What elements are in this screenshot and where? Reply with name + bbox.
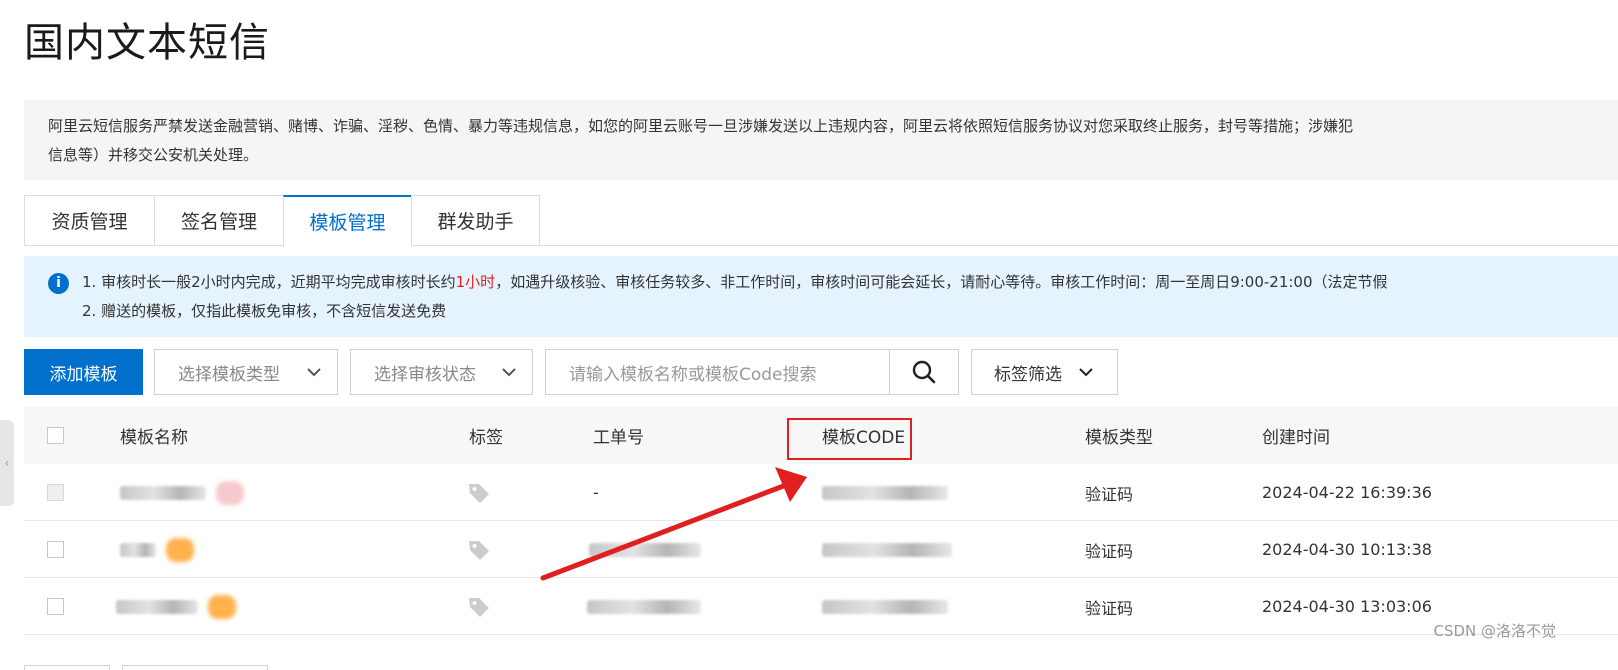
info-icon: i [48,273,69,294]
ticket-cell: - [593,483,599,502]
template-name-redacted [116,578,236,635]
watermark: CSDN @洛洛不觉 [1433,622,1556,640]
redacted-text [120,485,206,500]
template-code-redacted [822,521,952,578]
redacted-text [120,542,156,557]
page-title: 国内文本短信 [24,20,270,66]
table-row: 验证码 2024-04-30 13:03:06 [24,578,1618,635]
table-row: - 验证码 2024-04-22 16:39:36 [24,464,1618,521]
redacted-badge [166,537,194,562]
notice-line-1: 阿里云短信服务严禁发送金融营销、赌博、诈骗、淫秽、色情、暴力等违规信息，如您的阿… [48,117,1354,135]
info-line-2: 2. 赠送的模板，仅指此模板免审核，不含短信发送免费 [82,302,447,320]
ticket-number-redacted [589,521,701,578]
redacted-text [587,599,701,614]
template-name-redacted [120,464,244,521]
table-row: 验证码 2024-04-30 10:13:38 [24,521,1618,578]
redacted-badge [208,594,236,619]
chevron-down-icon [1079,368,1093,377]
tab-bar: 资质管理 签名管理 模板管理 群发助手 [24,195,1618,247]
tag-icon [469,540,489,560]
tag-icon [469,483,489,503]
template-code-redacted [822,464,948,521]
template-code-redacted [822,578,948,635]
select-all-checkbox[interactable] [47,427,64,444]
annotation-highlight-box [787,418,912,460]
info-line-1-post: ，如遇升级核验、审核任务较多、非工作时间，审核时间可能会延长，请耐心等待。审核工… [495,273,1388,291]
tag-cell[interactable] [467,578,491,635]
compliance-notice: 阿里云短信服务严禁发送金融营销、赌博、诈骗、淫秽、色情、暴力等违规信息，如您的阿… [24,100,1618,180]
add-template-button[interactable]: 添加模板 [24,349,143,395]
tag-filter-dropdown[interactable]: 标签筛选 [971,349,1118,395]
row-checkbox[interactable] [47,484,64,501]
search-icon [912,360,936,384]
col-header-created: 创建时间 [1262,428,1330,448]
chevron-left-icon: ‹ [4,456,10,470]
pagination-stub [122,665,268,670]
template-type-select[interactable]: 选择模板类型 [154,349,338,395]
template-type-select-label: 选择模板类型 [178,364,280,385]
created-time-cell: 2024-04-30 13:03:06 [1262,597,1432,616]
redacted-text [822,485,948,500]
template-type-cell: 验证码 [1085,484,1134,504]
pagination-stub [24,665,110,670]
tab-qualification[interactable]: 资质管理 [24,195,154,246]
template-type-cell: 验证码 [1085,598,1134,618]
tab-template[interactable]: 模板管理 [283,195,411,247]
search-button[interactable] [889,349,959,395]
page-root: 国内文本短信 阿里云短信服务严禁发送金融营销、赌博、诈骗、淫秽、色情、暴力等违规… [0,0,1618,670]
notice-line-2: 信息等）并移交公安机关处理。 [48,146,259,164]
row-checkbox[interactable] [47,541,64,558]
review-status-select-label: 选择审核状态 [374,364,476,385]
tag-cell[interactable] [467,521,491,578]
created-time-cell: 2024-04-30 10:13:38 [1262,540,1432,559]
review-info-box: i 1. 审核时长一般2小时内完成，近期平均完成审核时长约1小时，如遇升级核验、… [24,256,1618,337]
redacted-text [116,599,198,614]
redacted-text [822,599,948,614]
ticket-number-redacted [587,578,701,635]
redacted-badge [216,480,244,505]
template-search-input[interactable]: 请输入模板名称或模板Code搜索 [545,349,889,395]
tag-filter-label: 标签筛选 [994,364,1062,385]
table-header: 模板名称 标签 工单号 模板CODE 模板类型 创建时间 [24,407,1618,464]
tag-cell[interactable] [467,464,491,521]
tab-bulk-send[interactable]: 群发助手 [411,195,540,246]
search-placeholder: 请输入模板名称或模板Code搜索 [569,364,817,385]
chevron-down-icon [307,368,321,377]
tag-icon [469,597,489,617]
sidebar-collapse-handle[interactable]: ‹ [0,420,14,506]
col-header-ticket: 工单号 [593,428,644,448]
redacted-text [822,542,952,557]
review-status-select[interactable]: 选择审核状态 [350,349,533,395]
col-header-tag: 标签 [469,428,503,448]
tab-signature[interactable]: 签名管理 [154,195,283,246]
toolbar: 添加模板 选择模板类型 选择审核状态 请输入模板名称或模板Code搜索 标签筛选 [24,349,1618,395]
template-name-redacted [120,521,194,578]
row-checkbox[interactable] [47,598,64,615]
col-header-name: 模板名称 [120,428,188,448]
template-table: 模板名称 标签 工单号 模板CODE 模板类型 创建时间 - 验证码 2024-… [24,407,1618,635]
col-header-type: 模板类型 [1085,428,1153,448]
redacted-text [589,542,701,557]
info-line-1-highlight: 1小时 [455,273,496,291]
chevron-down-icon [502,368,516,377]
created-time-cell: 2024-04-22 16:39:36 [1262,483,1432,502]
template-type-cell: 验证码 [1085,541,1134,561]
info-line-1-pre: 1. 审核时长一般2小时内完成，近期平均完成审核时长约 [82,273,456,291]
info-line-1: 1. 审核时长一般2小时内完成，近期平均完成审核时长约1小时，如遇升级核验、审核… [82,268,1618,297]
